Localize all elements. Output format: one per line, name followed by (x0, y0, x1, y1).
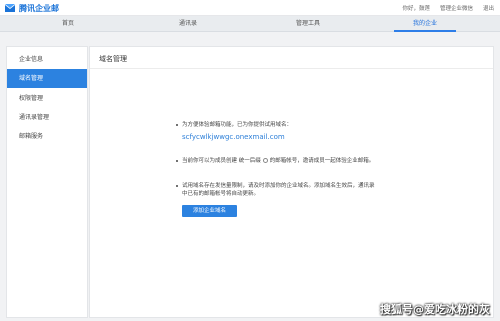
brand-logo[interactable]: 腾讯企业邮 (4, 2, 59, 14)
main-nav: 首页 通讯录 管理工具 我的企业 (0, 16, 500, 32)
info-circle-icon (262, 157, 268, 163)
nav-item-tools[interactable]: 管理工具 (278, 16, 338, 32)
nav-active-indicator (394, 30, 456, 32)
nav-item-contacts[interactable]: 通讯录 (158, 16, 218, 32)
sidebar-item-permissions[interactable]: 权限管理 (7, 89, 87, 108)
sidebar-item-mail-service[interactable]: 邮箱服务 (7, 127, 87, 146)
main-panel: 域名管理 为方便体验邮箱功能，已为你提供试用域名： scfycwlkjwwgc.… (89, 46, 494, 318)
bullet (176, 124, 178, 126)
bullet (176, 160, 178, 162)
sidebar: 企业信息 域名管理 权限管理 通讯录管理 邮箱服务 (6, 46, 88, 318)
watermark-text: 搜狐号@爱吃冰粉的灰 (380, 303, 490, 316)
page-title: 域名管理 (99, 55, 127, 63)
limit-notice-line2: 中已有的邮箱帐号将自动更新。 (182, 191, 260, 197)
create-account-text-b: 的邮箱帐号，邀请成员一起体验企业邮箱。 (269, 158, 375, 164)
admin-link[interactable]: 管理企业微信 (440, 4, 473, 12)
sidebar-item-enterprise-info[interactable]: 企业信息 (7, 50, 87, 69)
top-bar: 腾讯企业邮 你好，鼓莲 管理企业微信 退出 (0, 0, 500, 16)
trial-domain-notice: 为方便体验邮箱功能，已为你提供试用域名： (182, 122, 293, 128)
user-greeting[interactable]: 你好，鼓莲 (402, 4, 430, 12)
envelope-logo-icon (5, 4, 15, 12)
sidebar-item-contacts-management[interactable]: 通讯录管理 (7, 108, 87, 127)
create-account-text-a: 当前你可以为成员创建 统一后缀 (182, 158, 261, 164)
title-divider (90, 68, 493, 69)
logout-link[interactable]: 退出 (483, 4, 494, 12)
add-enterprise-domain-button[interactable]: 添加企业域名 (182, 205, 237, 217)
brand-name: 腾讯企业邮 (19, 3, 59, 13)
bullet (176, 185, 178, 187)
create-account-notice: 当前你可以为成员创建 统一后缀 的邮箱帐号，邀请成员一起体验企业邮箱。 (182, 157, 374, 165)
trial-domain-value: scfycwlkjwwgc.onexmail.com (182, 133, 285, 141)
top-links: 你好，鼓莲 管理企业微信 退出 (402, 3, 494, 13)
nav-item-home[interactable]: 首页 (38, 16, 98, 32)
limit-notice-line1: 试用域名存在发信量限制，请及时添加你的企业域名。添加域名生效后，通讯录 (182, 183, 375, 189)
sidebar-item-domain-management[interactable]: 域名管理 (7, 69, 87, 88)
